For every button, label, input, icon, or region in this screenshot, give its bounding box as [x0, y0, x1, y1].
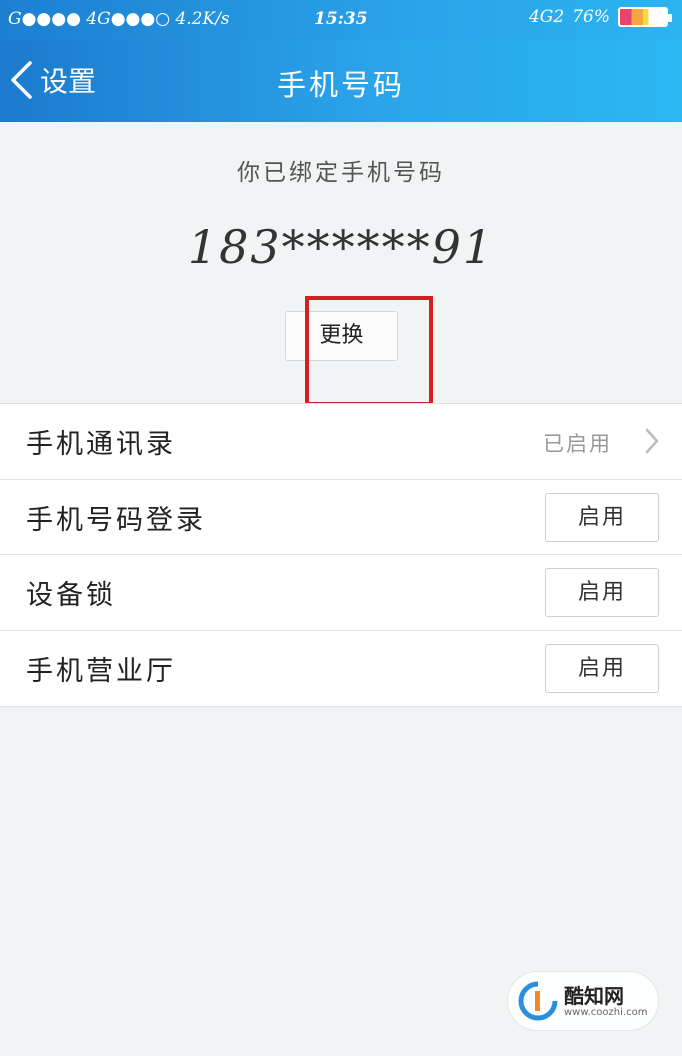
masked-phone-number: 183******91 [187, 220, 495, 274]
list-item-phone-login: 手机号码登录 启用 [0, 480, 682, 555]
annotation-highlight-box [305, 296, 433, 406]
list-item-mobile-hall: 手机营业厅 启用 [0, 631, 682, 707]
list-item-label: 手机号码登录 [26, 504, 206, 536]
network-indicator: 4G2 [528, 7, 565, 27]
enable-device-lock-button[interactable]: 启用 [545, 568, 659, 617]
battery-icon [618, 7, 672, 27]
settings-list: 手机通讯录 已启用 手机号码登录 启用 设备锁 启用 手机营业厅 启用 [0, 403, 682, 707]
list-item-label: 手机通讯录 [26, 429, 176, 460]
coozhi-logo-icon [518, 981, 558, 1021]
watermark: 酷知网 www.coozhi.com [508, 972, 658, 1030]
list-item-contacts[interactable]: 手机通讯录 已启用 [0, 404, 682, 480]
chevron-right-icon [645, 428, 659, 454]
list-item-device-lock: 设备锁 启用 [0, 555, 682, 631]
list-item-label: 手机营业厅 [26, 655, 176, 687]
enable-phone-login-button[interactable]: 启用 [545, 492, 659, 542]
watermark-name: 酷知网 [564, 983, 624, 1008]
enable-mobile-hall-button[interactable]: 启用 [545, 643, 659, 693]
status-right: 4G2 76% [528, 7, 672, 27]
bound-phone-label: 你已绑定手机号码 [237, 160, 445, 186]
nav-bar: 设置 手机号码 [0, 40, 682, 122]
battery-percent: 76% [572, 7, 610, 27]
signal-indicators: G●●●● 4G●●●○ 4.2K/s [8, 9, 230, 29]
clock: 15:35 [314, 9, 368, 29]
status-text: 已启用 [543, 432, 612, 456]
watermark-url: www.coozhi.com [564, 1006, 648, 1018]
status-bar: G●●●● 4G●●●○ 4.2K/s 15:35 4G2 76% [0, 0, 682, 40]
page-title: 手机号码 [276, 68, 405, 102]
list-item-label: 设备锁 [26, 580, 116, 611]
